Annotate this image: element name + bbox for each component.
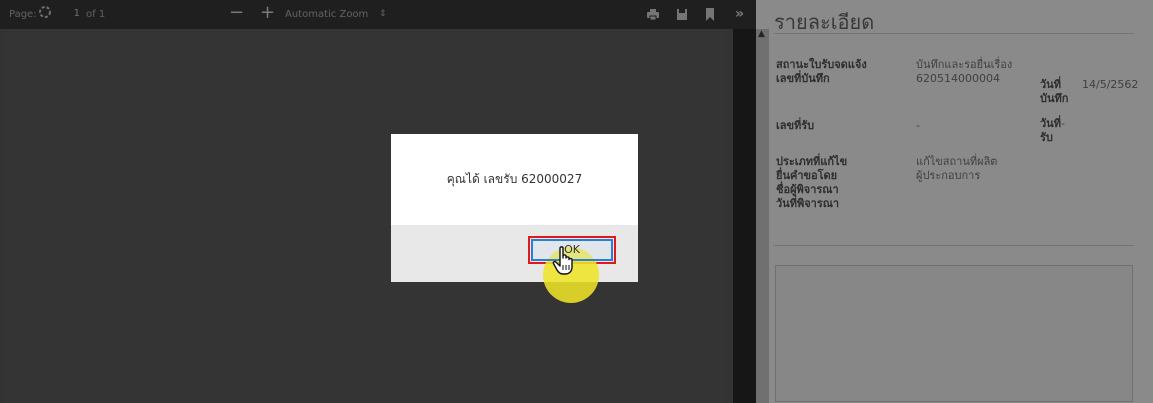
dialog-message: คุณได้ เลขรับ 62000027 [446, 172, 583, 186]
hand-pointer-icon [552, 246, 578, 276]
alert-dialog: คุณได้ เลขรับ 62000027 OK [391, 134, 638, 303]
dialog-footer: OK [391, 225, 638, 303]
